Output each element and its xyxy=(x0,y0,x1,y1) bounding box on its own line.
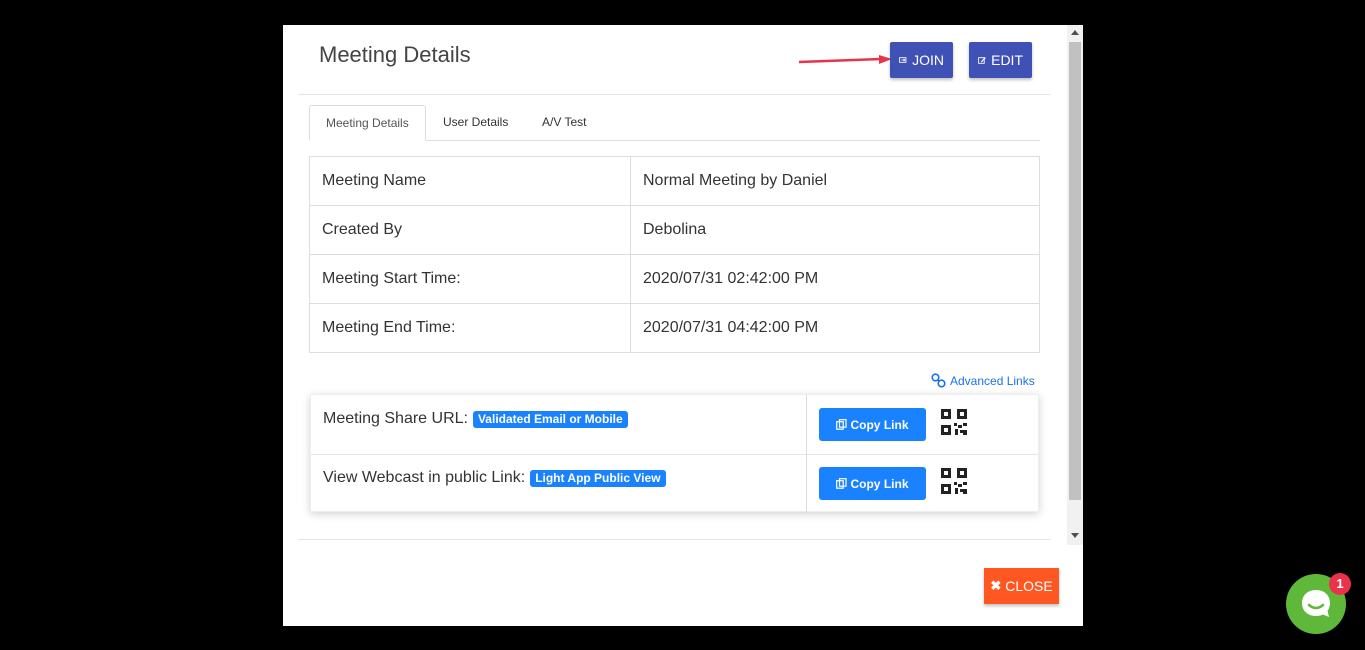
copy-icon xyxy=(836,419,848,430)
qr-code-icon[interactable] xyxy=(941,468,967,494)
vertical-scrollbar[interactable] xyxy=(1067,25,1083,545)
chat-unread-badge: 1 xyxy=(1329,573,1351,595)
detail-value: 2020/07/31 02:42:00 PM xyxy=(630,254,1040,304)
join-button[interactable]: JOIN xyxy=(890,42,953,78)
tab-user-details[interactable]: User Details xyxy=(427,105,524,140)
webcast-link-row-label: View Webcast in public Link: Light App P… xyxy=(323,469,666,487)
row-divider xyxy=(806,395,807,454)
detail-label: Meeting Start Time: xyxy=(309,254,631,304)
share-link-badge: Validated Email or Mobile xyxy=(472,410,628,428)
share-link-row-label: Meeting Share URL: Validated Email or Mo… xyxy=(323,410,628,428)
advanced-links-link[interactable]: Advanced Links xyxy=(931,373,1035,388)
close-button[interactable]: ✖ CLOSE xyxy=(984,568,1059,604)
tab-av-test[interactable]: A/V Test xyxy=(526,105,602,140)
table-row: Created By Debolina xyxy=(309,205,1040,255)
link-icon xyxy=(931,373,946,388)
detail-value: Debolina xyxy=(630,205,1040,255)
close-label: CLOSE xyxy=(1005,578,1053,594)
table-row: Meeting End Time: 2020/07/31 04:42:00 PM xyxy=(309,303,1040,353)
close-icon: ✖ xyxy=(990,578,1002,593)
meeting-details-modal: Meeting Details JOIN EDIT Meeting Detail… xyxy=(283,25,1083,626)
qr-code-icon[interactable] xyxy=(941,409,967,435)
detail-label: Created By xyxy=(309,205,631,255)
detail-value: Normal Meeting by Daniel xyxy=(630,156,1040,206)
detail-value: 2020/07/31 04:42:00 PM xyxy=(630,303,1040,353)
modal-title: Meeting Details xyxy=(319,42,471,67)
annotation-arrow xyxy=(799,55,892,64)
tab-bar: Meeting Details User Details A/V Test xyxy=(309,105,1040,141)
row-divider xyxy=(806,454,807,513)
copy-link-button[interactable]: Copy Link xyxy=(819,408,926,441)
join-label: JOIN xyxy=(912,52,944,68)
copy-link-label: Copy Link xyxy=(850,476,909,491)
detail-label: Meeting Name xyxy=(309,156,631,206)
share-link-label: Meeting Share URL: xyxy=(323,410,468,427)
table-row: Meeting Start Time: 2020/07/31 02:42:00 … xyxy=(309,254,1040,304)
meeting-details-table: Meeting Name Normal Meeting by Daniel Cr… xyxy=(309,156,1040,353)
tab-meeting-details[interactable]: Meeting Details xyxy=(309,105,426,141)
table-row: Meeting Name Normal Meeting by Daniel xyxy=(309,156,1040,206)
header-divider xyxy=(298,94,1050,95)
scrollbar-thumb[interactable] xyxy=(1069,42,1081,500)
advanced-links-label: Advanced Links xyxy=(950,373,1035,388)
scroll-down-arrow-icon[interactable] xyxy=(1071,533,1079,538)
copy-icon xyxy=(836,478,848,489)
list-item: View Webcast in public Link: Light App P… xyxy=(311,454,1038,513)
edit-button[interactable]: EDIT xyxy=(969,42,1032,78)
scroll-up-arrow-icon[interactable] xyxy=(1071,30,1079,35)
share-links-panel: Meeting Share URL: Validated Email or Mo… xyxy=(310,394,1039,513)
footer-divider xyxy=(298,539,1050,540)
edit-label: EDIT xyxy=(991,52,1023,68)
webcast-link-label: View Webcast in public Link: xyxy=(323,469,526,486)
copy-link-button[interactable]: Copy Link xyxy=(819,467,926,500)
list-item: Meeting Share URL: Validated Email or Mo… xyxy=(311,395,1038,455)
edit-icon xyxy=(978,56,986,64)
join-icon xyxy=(899,57,907,63)
detail-label: Meeting End Time: xyxy=(309,303,631,353)
webcast-link-badge: Light App Public View xyxy=(530,469,666,487)
copy-link-label: Copy Link xyxy=(850,417,909,432)
